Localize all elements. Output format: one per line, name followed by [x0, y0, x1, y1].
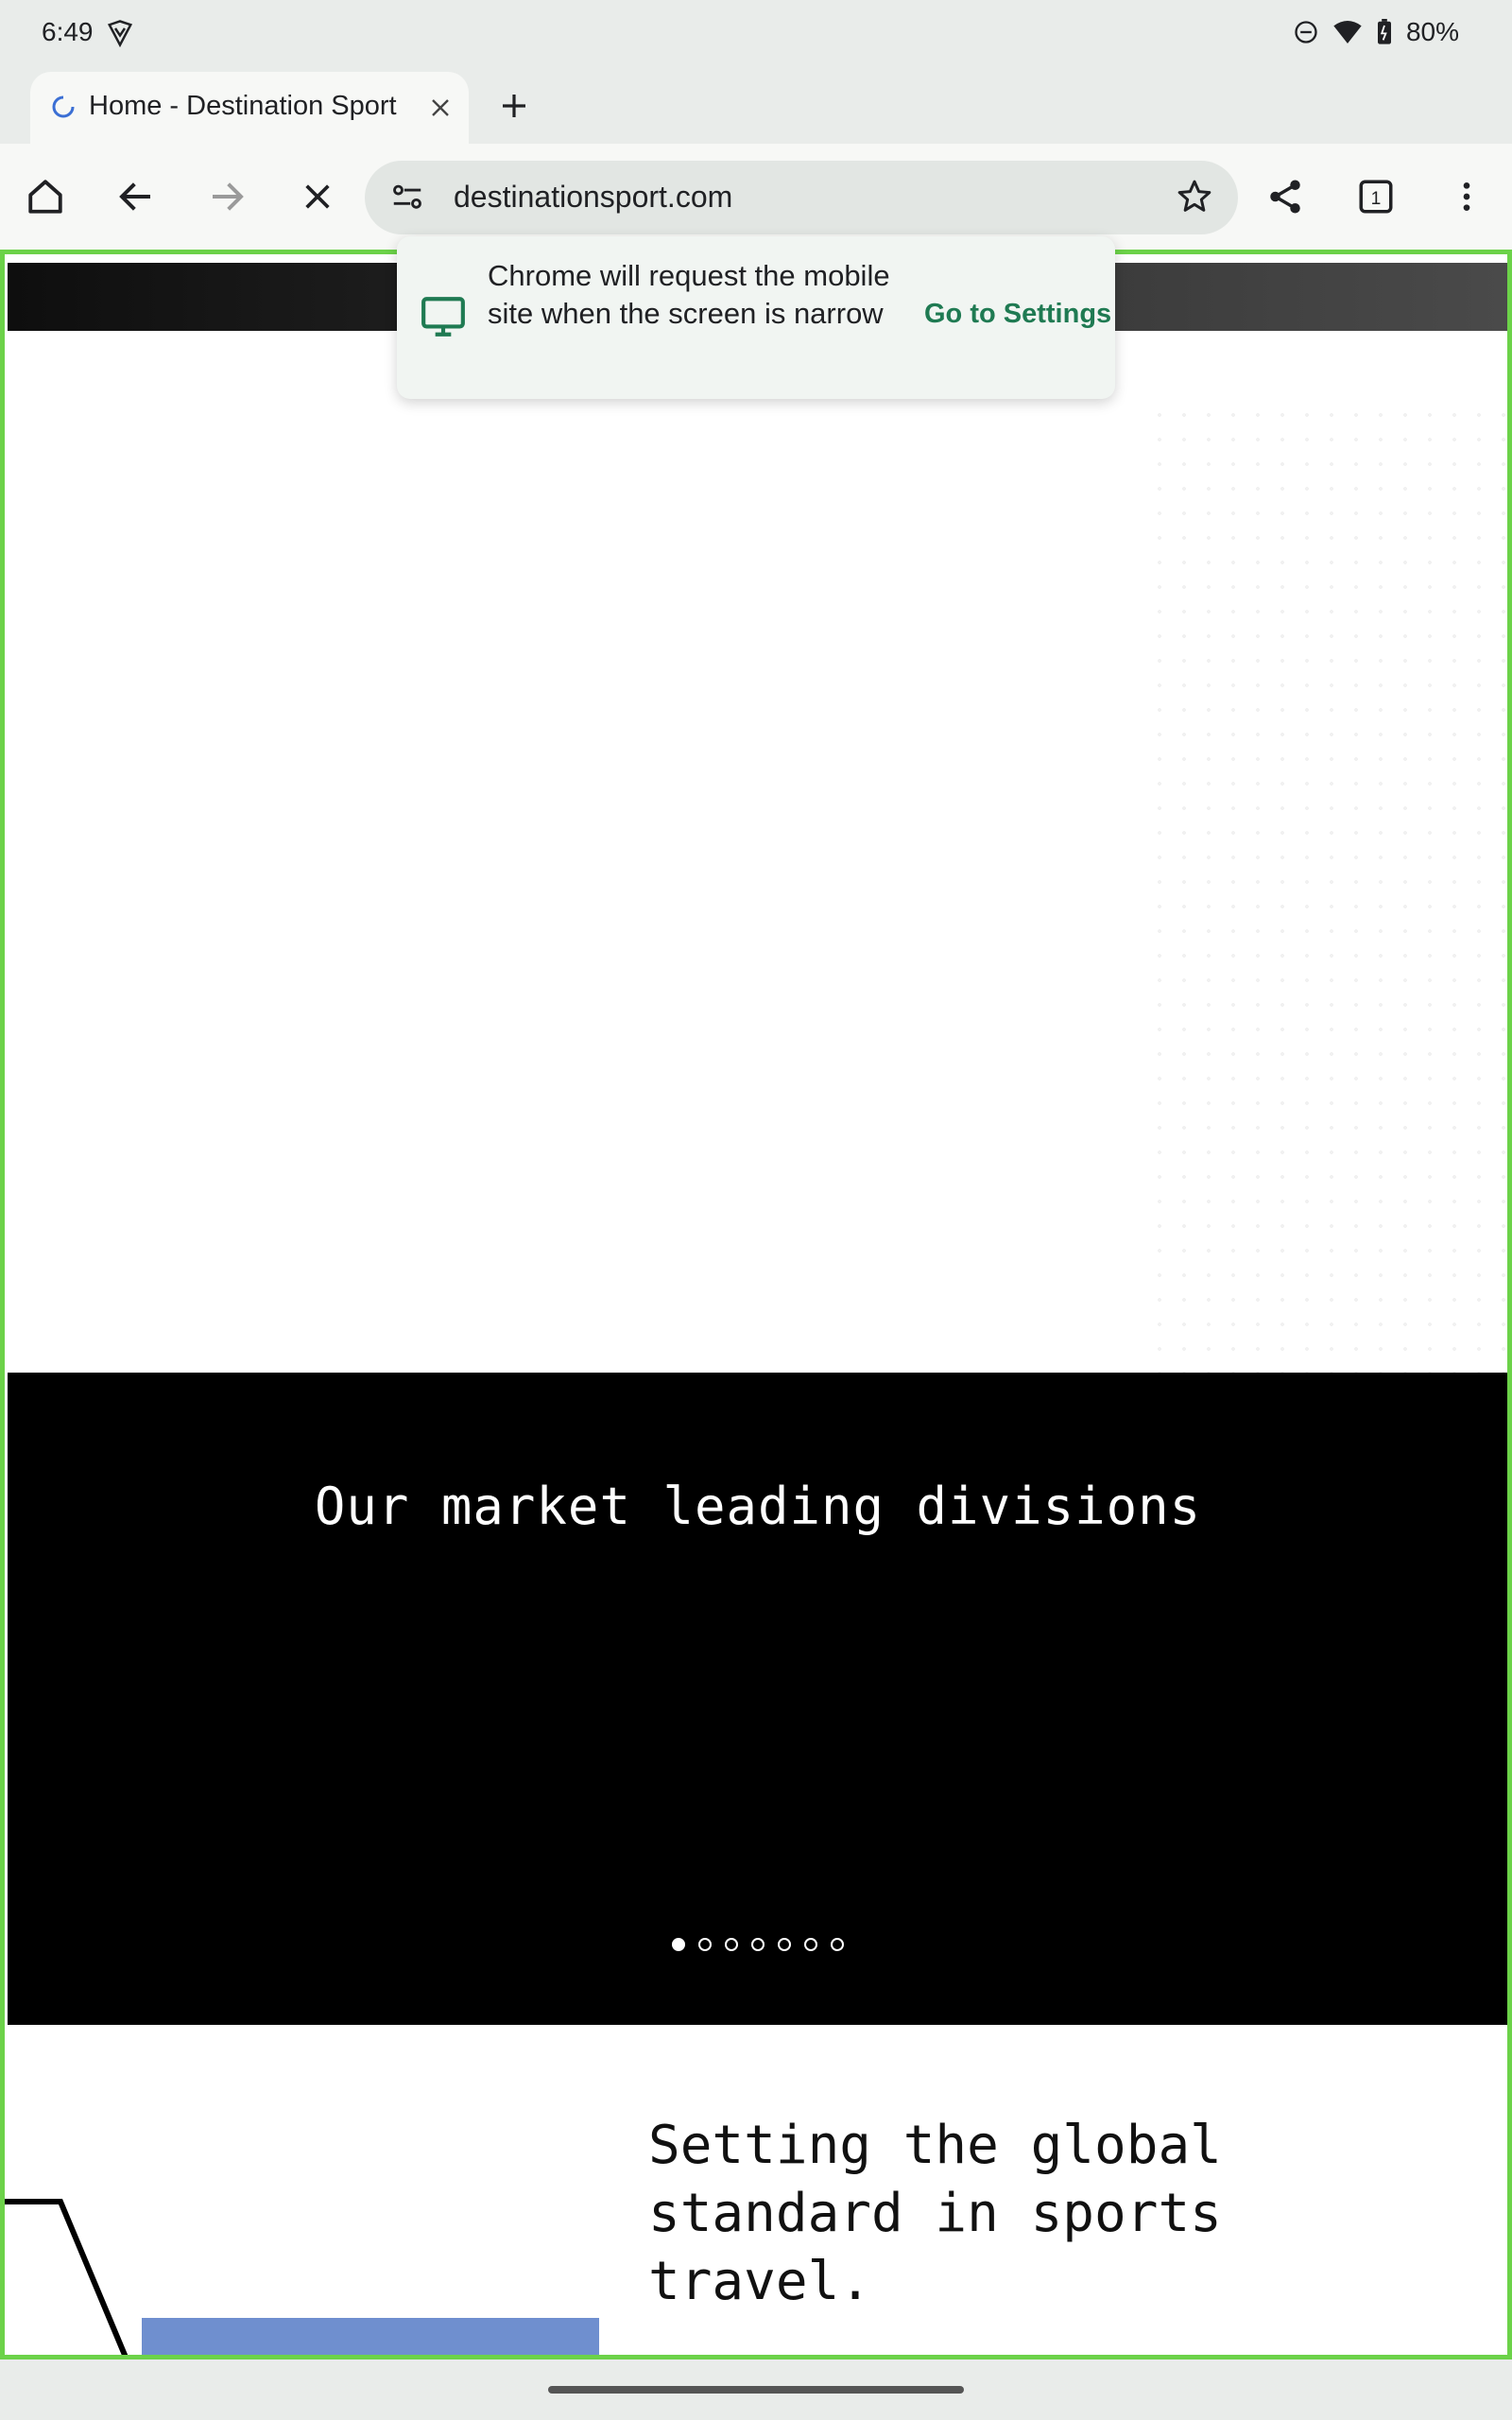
gesture-nav-handle[interactable]	[548, 2386, 964, 2394]
battery-percent: 80%	[1405, 17, 1459, 46]
tab-title: Home - Destination Sport	[89, 91, 397, 121]
tagline: Setting the global standard in sports tr…	[648, 2115, 1222, 2312]
do-not-disturb-icon	[1295, 21, 1317, 43]
close-icon	[432, 99, 449, 116]
home-button[interactable]	[21, 172, 70, 221]
close-icon	[305, 184, 330, 209]
carousel-pagination	[8, 1938, 1508, 1951]
browser-toolbar: destinationsport.com 1	[0, 144, 1512, 250]
status-icons: 80%	[1293, 17, 1459, 47]
carousel-dot[interactable]	[725, 1938, 738, 1951]
plus-icon	[503, 95, 525, 117]
back-button[interactable]	[112, 172, 161, 221]
popup-message: Chrome will request the mobile site when…	[488, 259, 890, 330]
go-to-settings-link[interactable]: Go to Settings	[924, 299, 1111, 330]
address-bar[interactable]: destinationsport.com	[365, 161, 1238, 234]
carousel-dot[interactable]	[672, 1938, 685, 1951]
back-arrow-icon	[119, 182, 150, 211]
desktop-monitor-icon	[421, 297, 465, 337]
stop-loading-button[interactable]	[293, 172, 342, 221]
vpn-shield-icon	[107, 20, 133, 47]
site-settings-icon[interactable]	[389, 180, 425, 216]
carousel-dot[interactable]	[698, 1938, 712, 1951]
wifi-icon	[1333, 21, 1362, 43]
home-icon	[28, 180, 62, 214]
division-image	[142, 2318, 599, 2360]
carousel-dot[interactable]	[804, 1938, 817, 1951]
bookmark-star-icon[interactable]	[1176, 178, 1213, 216]
tab-home[interactable]: Home - Destination Sport	[30, 72, 469, 144]
carousel-dot[interactable]	[751, 1938, 765, 1951]
tab-count: 1	[1371, 189, 1382, 209]
forward-arrow-icon	[213, 182, 244, 211]
divisions-heading: Our market leading divisions	[314, 1477, 1202, 1536]
menu-button[interactable]	[1442, 172, 1491, 221]
tab-switcher-button[interactable]: 1	[1351, 172, 1400, 221]
tab-strip: Home - Destination Sport	[0, 68, 1512, 144]
tab-close-button[interactable]	[421, 89, 459, 127]
battery-icon	[1377, 19, 1391, 44]
share-icon	[1270, 180, 1300, 214]
forward-button[interactable]	[202, 172, 251, 221]
status-time: 6:49	[42, 17, 94, 46]
web-content: Our market leading divisions Setting the…	[4, 251, 1508, 2360]
new-tab-button[interactable]	[491, 83, 537, 129]
divisions-section: Our market leading divisions	[8, 1373, 1508, 2025]
carousel-dot[interactable]	[831, 1938, 844, 1951]
tab-count-icon: 1	[1359, 180, 1393, 214]
status-bar: 6:49 80%	[0, 0, 1512, 68]
share-button[interactable]	[1261, 172, 1310, 221]
carousel-dot[interactable]	[778, 1938, 791, 1951]
decorative-dot-pattern	[1147, 403, 1506, 1490]
url-text[interactable]: destinationsport.com	[454, 180, 732, 215]
more-vert-icon	[1463, 182, 1470, 211]
loading-spinner-icon	[52, 95, 75, 118]
mobile-site-message: Chrome will request the mobile site when…	[397, 236, 1115, 399]
